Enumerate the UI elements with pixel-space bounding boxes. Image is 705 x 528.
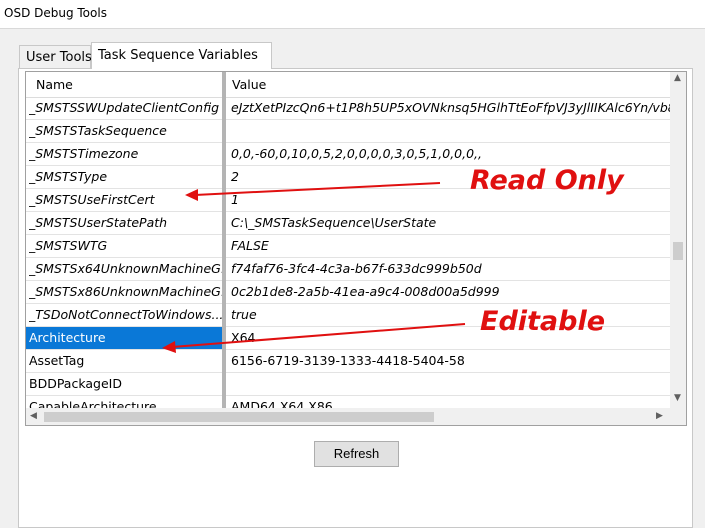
annotation-arrows [162,182,466,353]
editable-arrow [162,323,466,353]
read-only-annotation: Read Only [470,165,624,196]
read-only-arrow [185,182,441,201]
editable-annotation: Editable [480,306,606,337]
